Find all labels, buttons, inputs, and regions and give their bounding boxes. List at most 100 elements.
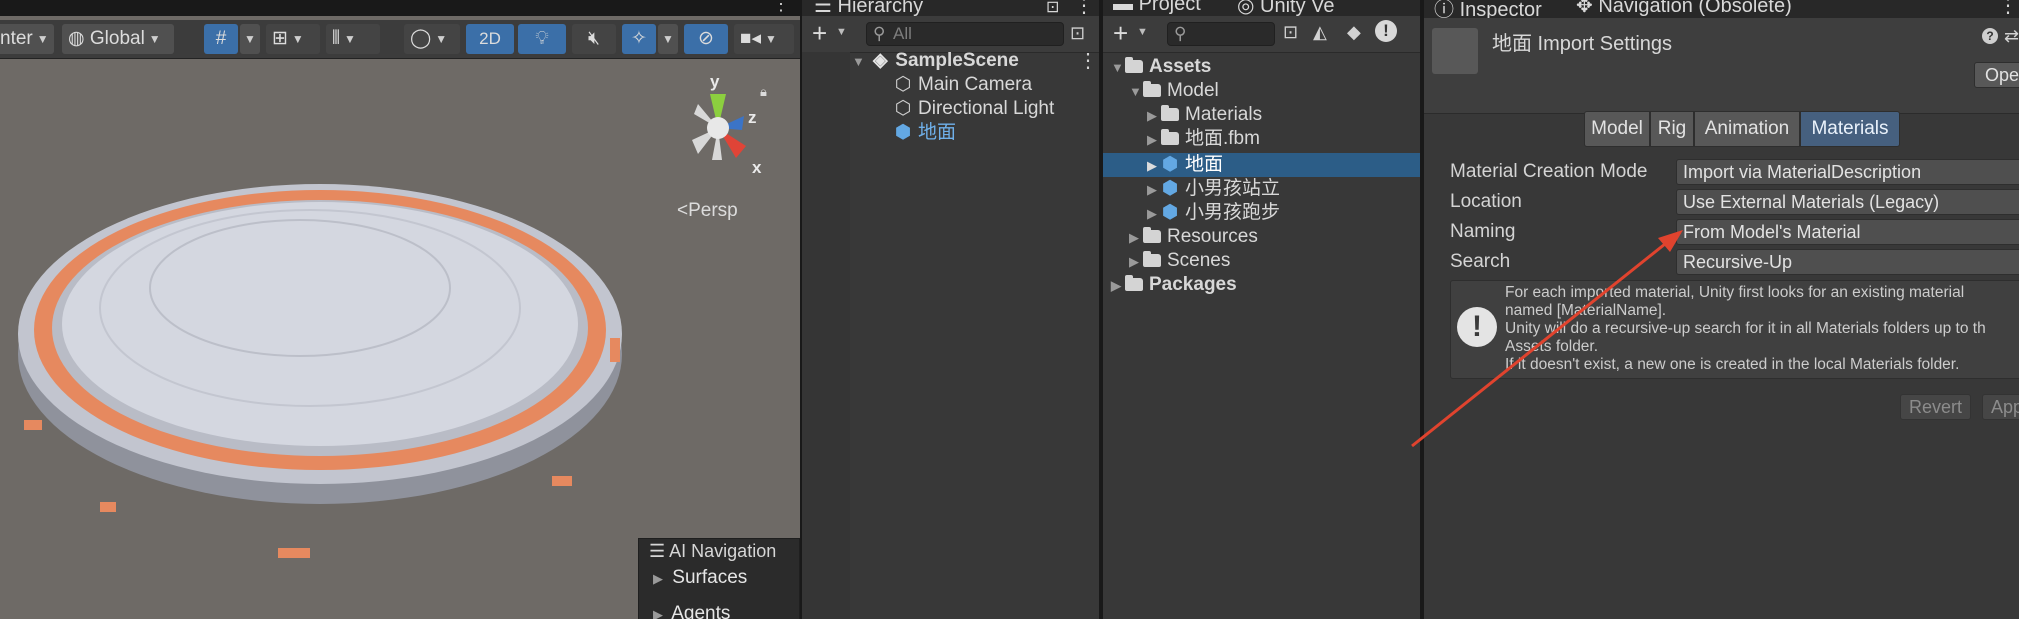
tab-unity-version-control[interactable]: ◎ Unity Ve bbox=[1237, 0, 1335, 16]
search-dropdown[interactable]: Recursive-Up bbox=[1676, 249, 2019, 275]
add-icon[interactable]: + bbox=[812, 18, 827, 49]
folder-icon bbox=[1143, 227, 1161, 243]
expand-arrow-icon: ▶ bbox=[1111, 278, 1121, 293]
maximize-icon[interactable]: ⊡ bbox=[1046, 0, 1059, 16]
folder-open-icon bbox=[1143, 81, 1161, 97]
revert-button[interactable]: Revert bbox=[1900, 394, 1972, 420]
project-item-fbm[interactable]: ▶ 地面.fbm bbox=[1147, 127, 1260, 151]
shading-mode-dropdown[interactable]: ◯ ▼ bbox=[404, 24, 460, 54]
2d-label: 2D bbox=[479, 29, 501, 48]
project-item-label: Packages bbox=[1149, 274, 1237, 295]
tab-navigation-obsolete[interactable]: ✥ Navigation (Obsolete) bbox=[1576, 0, 1792, 18]
scene-menu-icon[interactable]: ⋮ bbox=[1078, 48, 1098, 73]
effects-icon: ✧ bbox=[631, 28, 647, 49]
persp-label: Persp bbox=[688, 200, 738, 221]
overlay-item-agents[interactable]: ▶ Agents bbox=[653, 603, 730, 619]
scene-name: SampleScene bbox=[895, 50, 1019, 71]
scene-visibility-icon[interactable]: ⊡ bbox=[1070, 23, 1085, 44]
project-item-packages[interactable]: ▶ Packages bbox=[1111, 273, 1237, 297]
pivot-label: nter bbox=[0, 28, 33, 50]
scene-visibility-button[interactable]: ⊘ bbox=[684, 24, 728, 54]
tab-label: Inspector bbox=[1459, 0, 1542, 18]
tab-label: Unity Ve bbox=[1260, 0, 1335, 16]
settings-icon[interactable]: ⇄ bbox=[2004, 26, 2019, 47]
apply-button[interactable]: App bbox=[1982, 394, 2019, 420]
dropdown-value: Use External Materials (Legacy) bbox=[1683, 192, 1940, 212]
increment-snap-button[interactable]: ⊞ ▼ bbox=[266, 24, 320, 54]
gizmo-y-label: y bbox=[710, 72, 720, 91]
tab-label: Hierarchy bbox=[837, 0, 924, 16]
camera-icon: ■◂ bbox=[740, 28, 762, 50]
open-button[interactable]: Ope bbox=[1974, 62, 2019, 88]
tab-hierarchy[interactable]: ☰ Hierarchy bbox=[814, 0, 923, 16]
project-item-scenes[interactable]: ▶ Scenes bbox=[1129, 249, 1230, 273]
overlay-item-surfaces[interactable]: ▶ Surfaces bbox=[653, 567, 747, 589]
more-options-icon[interactable]: ⋮ bbox=[1074, 0, 1094, 16]
project-search-input[interactable]: ⚲ bbox=[1167, 22, 1275, 46]
overlay-header[interactable]: ☰ AI Navigation bbox=[649, 541, 776, 562]
tab-animation[interactable]: Animation bbox=[1694, 111, 1800, 147]
project-item-resources[interactable]: ▶ Resources bbox=[1129, 225, 1258, 249]
scene-row[interactable]: ▼ ◈ SampleScene bbox=[852, 49, 1019, 73]
chevron-down-icon[interactable]: ▼ bbox=[836, 26, 847, 38]
add-icon[interactable]: + bbox=[1113, 18, 1128, 49]
lighting-toggle-button[interactable]: 💡︎ bbox=[518, 24, 566, 54]
folder-icon: ▬ bbox=[1113, 0, 1133, 15]
search-by-type-icon[interactable]: ⊡ bbox=[1283, 22, 1298, 43]
tab-inspector[interactable]: ⓘ Inspector bbox=[1434, 0, 1542, 18]
project-item-boy-running[interactable]: ▶ ⬢ 小男孩跑步 bbox=[1147, 201, 1280, 225]
scene-toolbar: nter ▼ ◍ Global ▼ # ▼ ⊞ ▼ ⫴ ▼ ◯ ▼ 2D 💡︎ 🔇︎ ✧ … bbox=[0, 20, 800, 59]
hierarchy-tab-bar: ☰ Hierarchy ⊡ ⋮ bbox=[802, 0, 1099, 16]
scene-view[interactable]: ⋮ nter ▼ ◍ Global ▼ # ▼ ⊞ ▼ ⫴ ▼ ◯ ▼ 2D 💡︎ 🔇︎ … bbox=[0, 0, 800, 619]
chevron-down-icon[interactable]: ▼ bbox=[1137, 26, 1148, 38]
ai-navigation-overlay: ☰ AI Navigation ▶ Surfaces ▶ Agents bbox=[638, 538, 800, 619]
light-bulb-icon: 💡︎ bbox=[535, 28, 549, 49]
tab-project[interactable]: ▬ Project bbox=[1113, 0, 1201, 16]
help-icon[interactable]: ? bbox=[1982, 28, 1998, 44]
more-options-icon[interactable]: ⋮ bbox=[1998, 0, 2018, 18]
project-item-materials[interactable]: ▶ Materials bbox=[1147, 103, 1262, 127]
open-button-label: Ope bbox=[1985, 65, 2019, 85]
hierarchy-panel: ☰ Hierarchy ⊡ ⋮ + ▼ ⚲ All ⊡ ▼ ◈ SampleSce… bbox=[802, 0, 1099, 619]
label-icon[interactable]: ◆ bbox=[1347, 22, 1361, 43]
grid-snap-button[interactable]: # bbox=[204, 24, 238, 54]
project-item-ground-model[interactable]: ▶ ⬢ 地面 bbox=[1147, 153, 1223, 177]
more-options-icon[interactable]: ⋮ bbox=[772, 0, 790, 15]
project-item-boy-standing[interactable]: ▶ ⬢ 小男孩站立 bbox=[1147, 177, 1280, 201]
grid-visibility-button[interactable]: ⫴ ▼ bbox=[326, 24, 380, 54]
audio-toggle-button[interactable]: 🔇︎ bbox=[572, 24, 616, 54]
folder-icon bbox=[1161, 129, 1179, 145]
search-icon: ⚲ bbox=[873, 24, 886, 43]
naming-dropdown[interactable]: From Model's Material bbox=[1676, 219, 2019, 245]
pivot-dropdown[interactable]: nter ▼ bbox=[0, 24, 54, 54]
tab-materials[interactable]: Materials bbox=[1800, 111, 1900, 147]
2d-toggle-button[interactable]: 2D bbox=[466, 24, 514, 54]
chevron-down-icon: ▼ bbox=[435, 32, 448, 46]
effects-dropdown[interactable]: ▼ bbox=[658, 24, 678, 54]
camera-settings-dropdown[interactable]: ■◂ ▼ bbox=[734, 24, 794, 54]
project-item-model[interactable]: ▼ Model bbox=[1129, 79, 1219, 103]
project-item-label: Materials bbox=[1185, 104, 1263, 125]
perspective-toggle[interactable]: <Persp bbox=[677, 200, 738, 222]
effects-toggle-button[interactable]: ✧ bbox=[622, 24, 656, 54]
chevron-down-icon: ▼ bbox=[148, 32, 161, 46]
hierarchy-toolbar: + ▼ ⚲ All ⊡ bbox=[802, 16, 1099, 53]
filter-icon[interactable]: ◭ bbox=[1313, 22, 1327, 43]
project-item-assets[interactable]: ▼ Assets bbox=[1111, 55, 1211, 79]
chevron-down-icon: ▼ bbox=[36, 32, 49, 46]
hierarchy-search-input[interactable]: ⚲ All bbox=[866, 22, 1064, 46]
tab-rig[interactable]: Rig bbox=[1650, 111, 1694, 147]
lock-icon[interactable]: 🔒︎ bbox=[760, 84, 767, 100]
hierarchy-item-ground[interactable]: ⬢ 地面 bbox=[894, 121, 956, 145]
material-creation-mode-dropdown[interactable]: Import via MaterialDescription bbox=[1676, 159, 2019, 185]
location-dropdown[interactable]: Use External Materials (Legacy) bbox=[1676, 189, 2019, 215]
import-settings-header: 地面 Import Settings ? ⇄ Ope bbox=[1424, 18, 2019, 114]
hierarchy-item-directional-light[interactable]: ⬡ Directional Light bbox=[894, 97, 1055, 121]
space-dropdown[interactable]: ◍ Global ▼ bbox=[62, 24, 174, 54]
chevron-down-icon: ▼ bbox=[291, 32, 304, 46]
tab-model[interactable]: Model bbox=[1584, 111, 1650, 147]
apply-label: App bbox=[1991, 397, 2019, 417]
grid-snap-dropdown[interactable]: ▼ bbox=[240, 24, 260, 54]
hierarchy-item-main-camera[interactable]: ⬡ Main Camera bbox=[894, 73, 1032, 97]
warning-icon[interactable]: ! bbox=[1375, 20, 1397, 42]
